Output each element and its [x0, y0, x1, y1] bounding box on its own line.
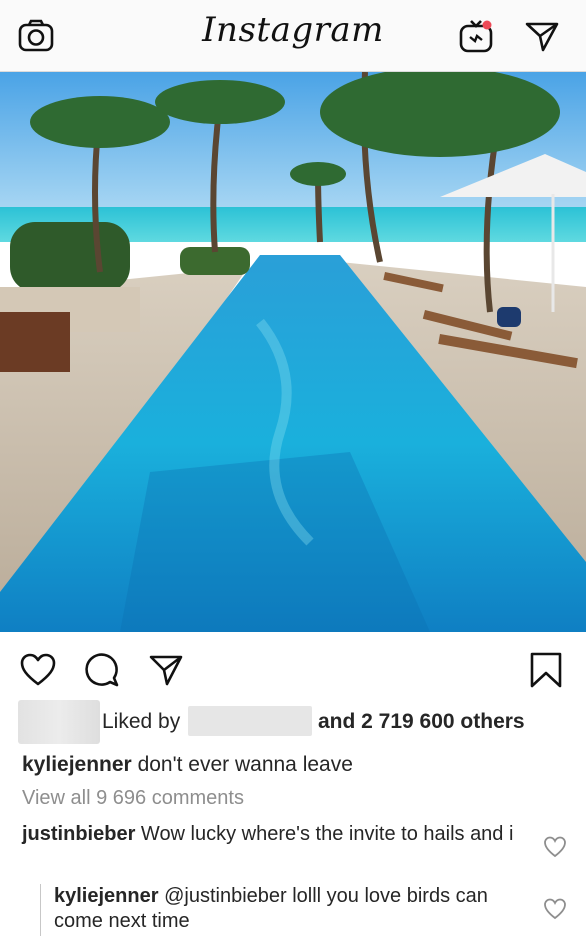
instagram-logo: Instagram — [202, 10, 384, 50]
comment-like-heart-icon[interactable] — [543, 836, 567, 860]
liker-name-blurred[interactable] — [188, 706, 312, 736]
post-caption: kyliejenner don't ever wanna leave — [22, 752, 353, 778]
heart-icon[interactable] — [18, 650, 58, 690]
liker-avatar-blurred[interactable] — [18, 700, 100, 744]
caption-text: don't ever wanna leave — [137, 753, 353, 776]
reply-indent-line — [40, 884, 41, 936]
post-action-bar — [0, 640, 586, 698]
view-all-comments-link[interactable]: View all 9 696 comments — [22, 787, 244, 810]
likes-summary: Liked by and 2 719 600 others — [18, 700, 578, 744]
caption-username[interactable]: kyliejenner — [22, 753, 132, 776]
igtv-icon[interactable] — [456, 16, 496, 56]
reply-username[interactable]: kyliejenner — [54, 885, 159, 907]
comment-icon[interactable] — [82, 650, 122, 690]
comment: justinbieber Wow lucky where's the invit… — [22, 822, 532, 847]
liked-by-label: Liked by — [102, 710, 181, 733]
reply-like-heart-icon[interactable] — [543, 898, 567, 922]
comment-reply: kyliejenner @justinbieber lolll you love… — [54, 884, 524, 934]
comment-text: Wow lucky where's the invite to hails an… — [140, 823, 514, 845]
direct-message-icon[interactable] — [522, 16, 562, 56]
comment-username[interactable]: justinbieber — [22, 823, 135, 845]
likes-count-link[interactable]: and 2 719 600 others — [318, 710, 525, 734]
top-nav-bar: Instagram — [0, 0, 586, 72]
bookmark-icon[interactable] — [526, 650, 566, 690]
share-icon[interactable] — [146, 650, 186, 690]
post-image[interactable] — [0, 72, 586, 632]
